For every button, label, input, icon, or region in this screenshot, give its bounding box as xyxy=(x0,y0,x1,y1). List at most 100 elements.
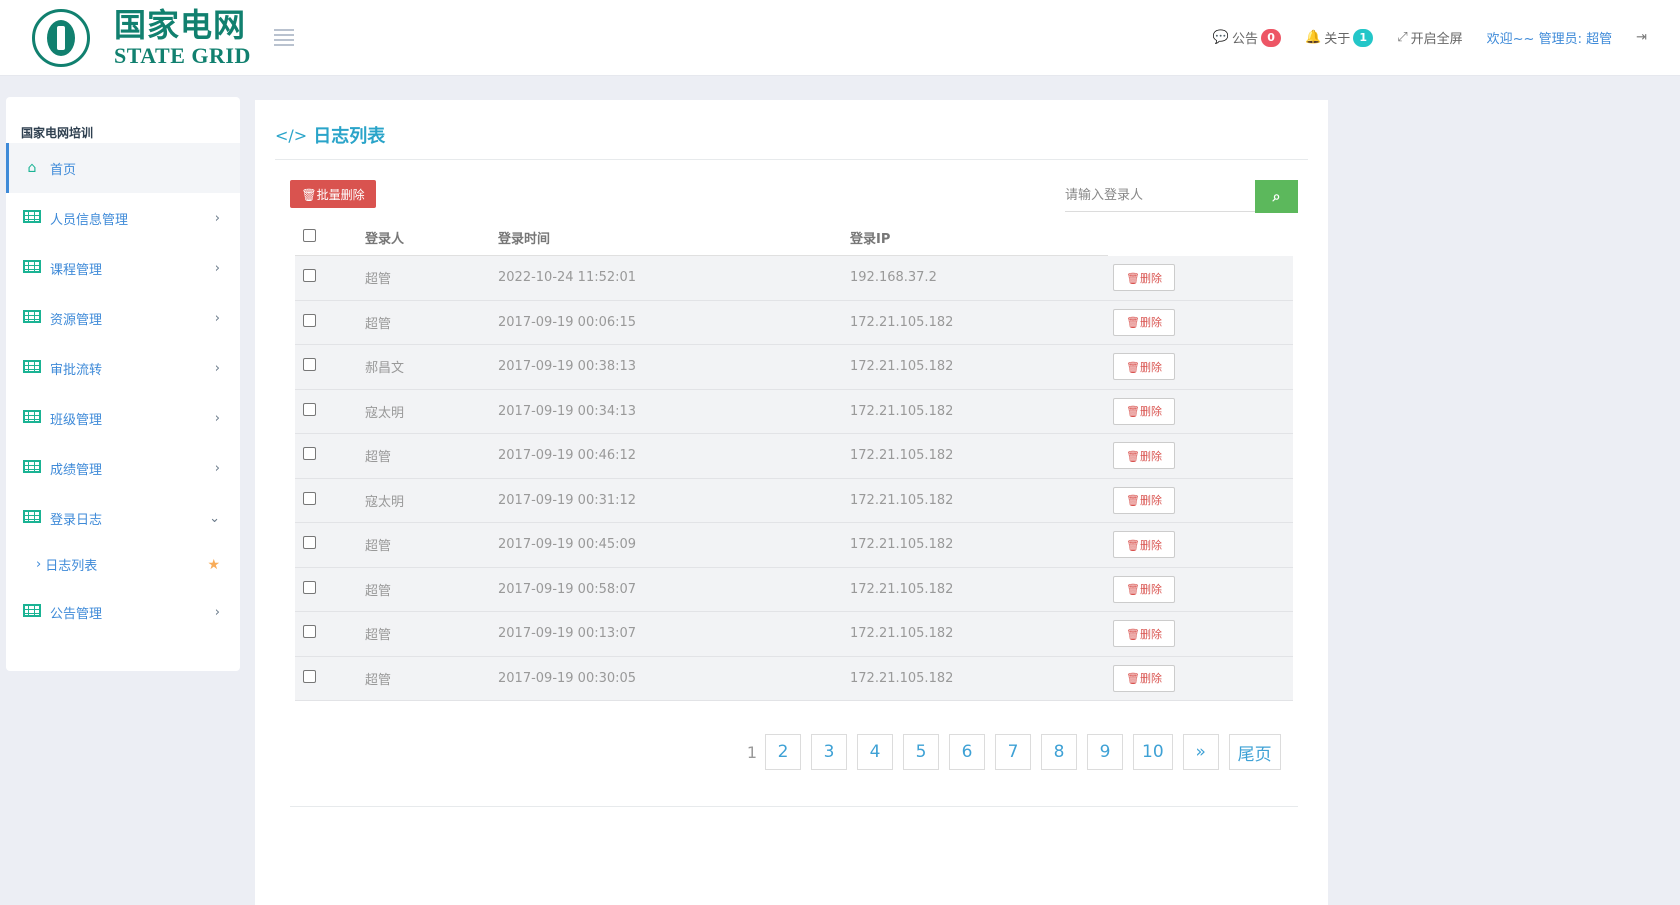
sidebar-item-personnel[interactable]: 人员信息管理 › xyxy=(6,193,240,243)
cell-ip: 172.21.105.182 xyxy=(850,403,954,419)
pagination: 1 2 3 4 5 6 7 8 9 10 » 尾页 xyxy=(745,734,1281,770)
cell-user: 超管 xyxy=(365,316,392,332)
sidebar-item-label: 资源管理 xyxy=(50,312,103,328)
trash-icon: 🗑 xyxy=(1126,449,1140,463)
cell-user: 超管 xyxy=(365,272,392,288)
delete-button[interactable]: 🗑删除 xyxy=(1113,486,1175,514)
cell-ip: 172.21.105.182 xyxy=(850,537,954,553)
menu-toggle-icon[interactable] xyxy=(274,29,294,46)
delete-label: 删除 xyxy=(1139,538,1162,552)
table-row: 郝昌文 2017-09-19 00:38:13 172.21.105.182 🗑删除 xyxy=(295,345,1293,390)
row-checkbox[interactable] xyxy=(303,491,316,505)
trash-icon: 🗑 xyxy=(1126,271,1140,285)
chevron-right-icon: › xyxy=(214,360,220,376)
sidebar-item-label: 人员信息管理 xyxy=(50,212,129,228)
sidebar-item-login-log[interactable]: 登录日志 ⌄ xyxy=(6,493,240,543)
cell-user: 超管 xyxy=(365,583,392,599)
sidebar-item-label: 首页 xyxy=(50,162,77,178)
row-checkbox[interactable] xyxy=(303,536,316,550)
sidebar: 国家电网培训 ⌂ 首页 人员信息管理 › 课程管理 › 资源管理 › 审批流转 … xyxy=(6,97,240,671)
top-nav: 💬 公告 0 🔔 关于 1 ⤢ 开启全屏 欢迎~~ 管理员: 超管 ⇥ xyxy=(1189,28,1650,47)
table-body: 超管 2022-10-24 11:52:01 192.168.37.2 🗑删除 超管 20… xyxy=(295,256,1293,701)
login-user-search-input[interactable] xyxy=(1065,180,1255,212)
trash-icon: 🗑 xyxy=(301,187,317,202)
sidebar-title: 国家电网培训 xyxy=(21,126,94,140)
page-link[interactable]: 5 xyxy=(903,734,939,770)
delete-button[interactable]: 🗑删除 xyxy=(1113,442,1175,470)
delete-button[interactable]: 🗑删除 xyxy=(1113,264,1175,292)
page-link[interactable]: 6 xyxy=(949,734,985,770)
page-link[interactable]: 10 xyxy=(1133,734,1173,770)
cell-ip: 172.21.105.182 xyxy=(850,581,954,597)
delete-label: 删除 xyxy=(1139,449,1162,463)
cell-user: 超管 xyxy=(365,539,392,555)
sidebar-subitem-label: 日志列表 xyxy=(45,559,98,574)
page-link[interactable]: 9 xyxy=(1087,734,1123,770)
table-row: 超管 2017-09-19 00:06:15 172.21.105.182 🗑删除 xyxy=(295,300,1293,345)
delete-label: 删除 xyxy=(1139,316,1162,330)
row-checkbox[interactable] xyxy=(303,625,316,639)
cell-user: 超管 xyxy=(365,628,392,644)
state-grid-logo: 国家电网 STATE GRID xyxy=(32,6,251,70)
about-label: 关于 xyxy=(1324,32,1351,47)
chevron-right-icon: › xyxy=(36,557,42,572)
sidebar-subitem-log-list[interactable]: › 日志列表 ★ xyxy=(6,542,240,587)
bell-icon: 🔔 xyxy=(1305,30,1322,45)
cell-ip: 172.21.105.182 xyxy=(850,492,954,508)
select-all-checkbox[interactable] xyxy=(303,228,316,242)
about-link[interactable]: 🔔 关于 1 xyxy=(1305,28,1374,47)
delete-button[interactable]: 🗑删除 xyxy=(1113,664,1175,692)
sidebar-item-grades[interactable]: 成绩管理 › xyxy=(6,443,240,493)
last-page-button[interactable]: 尾页 xyxy=(1228,734,1281,770)
column-header-time: 登录时间 xyxy=(498,231,551,247)
announcement-link[interactable]: 💬 公告 0 xyxy=(1213,28,1282,47)
batch-delete-button[interactable]: 🗑批量删除 xyxy=(290,180,376,208)
next-page-button[interactable]: » xyxy=(1182,734,1219,770)
row-checkbox[interactable] xyxy=(303,669,316,683)
page-link[interactable]: 7 xyxy=(995,734,1031,770)
row-checkbox[interactable] xyxy=(303,447,316,461)
page-link[interactable]: 3 xyxy=(811,734,847,770)
sidebar-item-approval[interactable]: 审批流转 › xyxy=(6,343,240,393)
sidebar-item-label: 审批流转 xyxy=(50,362,103,378)
delete-button[interactable]: 🗑删除 xyxy=(1113,397,1175,425)
row-checkbox[interactable] xyxy=(303,269,316,283)
table-row: 超管 2017-09-19 00:30:05 172.21.105.182 🗑删除 xyxy=(295,656,1293,701)
delete-button[interactable]: 🗑删除 xyxy=(1113,353,1175,381)
logout-button[interactable]: ⇥ xyxy=(1636,30,1650,45)
search-button[interactable]: ⌕ xyxy=(1255,180,1298,213)
sidebar-item-label: 公告管理 xyxy=(50,606,103,622)
fullscreen-button[interactable]: ⤢ 开启全屏 xyxy=(1397,28,1462,47)
delete-button[interactable]: 🗑删除 xyxy=(1113,575,1175,603)
top-header: 国家电网 STATE GRID 💬 公告 0 🔔 关于 1 ⤢ 开启全屏 欢迎~… xyxy=(0,0,1680,76)
table-icon xyxy=(23,409,41,423)
about-count-badge: 1 xyxy=(1353,28,1374,47)
delete-button[interactable]: 🗑删除 xyxy=(1113,308,1175,336)
row-checkbox[interactable] xyxy=(303,358,316,372)
cell-time: 2017-09-19 00:46:12 xyxy=(498,448,637,464)
chevron-down-icon: ⌄ xyxy=(209,510,220,526)
row-checkbox[interactable] xyxy=(303,580,316,594)
announcement-count-badge: 0 xyxy=(1261,28,1282,47)
table-icon xyxy=(23,603,41,617)
page-link[interactable]: 2 xyxy=(765,734,801,770)
sidebar-item-resources[interactable]: 资源管理 › xyxy=(6,293,240,343)
sidebar-item-announcements[interactable]: 公告管理 › xyxy=(6,587,240,637)
delete-button[interactable]: 🗑删除 xyxy=(1113,620,1175,648)
bottom-divider xyxy=(290,806,1298,807)
cell-time: 2017-09-19 00:06:15 xyxy=(498,314,637,330)
page-link[interactable]: 8 xyxy=(1041,734,1077,770)
row-checkbox[interactable] xyxy=(303,313,316,327)
welcome-user-link[interactable]: 欢迎~~ 管理员: 超管 xyxy=(1487,28,1612,47)
sidebar-item-classes[interactable]: 班级管理 › xyxy=(6,393,240,443)
sidebar-item-home[interactable]: ⌂ 首页 xyxy=(6,143,240,193)
delete-button[interactable]: 🗑删除 xyxy=(1113,531,1175,559)
page-title: </> 日志列表 xyxy=(275,122,385,148)
table-row: 超管 2017-09-19 00:45:09 172.21.105.182 🗑删除 xyxy=(295,523,1293,568)
row-checkbox[interactable] xyxy=(303,402,316,416)
table-row: 超管 2017-09-19 00:58:07 172.21.105.182 🗑删除 xyxy=(295,567,1293,612)
table-icon xyxy=(23,359,41,373)
sidebar-item-courses[interactable]: 课程管理 › xyxy=(6,243,240,293)
table-row: 超管 2022-10-24 11:52:01 192.168.37.2 🗑删除 xyxy=(295,256,1293,301)
page-link[interactable]: 4 xyxy=(857,734,893,770)
